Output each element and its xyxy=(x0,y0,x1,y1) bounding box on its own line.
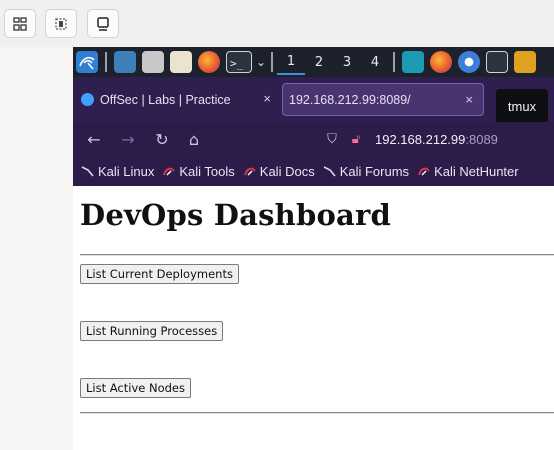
bookmark-label: Kali Forums xyxy=(339,163,410,179)
url-port: :8089 xyxy=(465,131,498,147)
text-editor-icon[interactable] xyxy=(170,51,192,73)
divider xyxy=(80,412,554,414)
forward-icon[interactable]: → xyxy=(117,128,139,150)
chromium-icon[interactable] xyxy=(458,51,480,73)
panel-separator xyxy=(271,52,273,72)
list-deployments-button[interactable]: List Current Deployments xyxy=(80,264,239,284)
url-host: 192.168.212.99 xyxy=(375,131,466,147)
tab-offsec[interactable]: OffSec | Labs | Practice × xyxy=(81,83,281,116)
terminal-icon[interactable]: >_ xyxy=(226,51,252,73)
tooltip: tmux xyxy=(496,89,548,122)
kali-docs-icon xyxy=(243,167,256,176)
bookmark-kali-linux[interactable]: Kali Linux xyxy=(81,164,154,179)
workspace-2[interactable]: 2 xyxy=(305,50,333,74)
bookmark-kali-tools[interactable]: Kali Tools xyxy=(162,163,235,179)
workspace-4[interactable]: 4 xyxy=(361,50,389,74)
layout-grid-icon[interactable] xyxy=(4,9,36,38)
offsec-favicon-icon xyxy=(81,93,94,106)
divider xyxy=(80,254,554,256)
panel-separator xyxy=(105,52,107,72)
terminal-window-icon[interactable] xyxy=(486,51,508,73)
tab-dashboard[interactable]: 192.168.212.99:8089/ × xyxy=(282,83,484,116)
firefox-window-icon[interactable] xyxy=(430,51,452,73)
kali-top-panel: >_ ⌄ 1 2 3 4 xyxy=(73,47,554,77)
shield-icon[interactable]: ⛉ xyxy=(321,128,343,150)
bookmark-kali-docs[interactable]: Kali Docs xyxy=(243,164,315,179)
bookmarks-bar: Kali Linux Kali Tools Kali Docs Kali For… xyxy=(73,156,554,186)
kali-nethunter-icon xyxy=(418,167,430,176)
workspace-1[interactable]: 1 xyxy=(277,49,305,75)
viewer-toolbar xyxy=(0,0,554,47)
bookmark-label: Kali NetHunter xyxy=(434,163,519,179)
close-icon[interactable]: × xyxy=(465,92,473,107)
url-bar[interactable]: 192.168.212.99:8089 xyxy=(375,128,498,150)
bookmark-kali-forums[interactable]: Kali Forums xyxy=(323,164,409,179)
kali-dragon-icon xyxy=(81,166,94,177)
navigation-bar: ← → ↻ ⌂ ⛉ 🔓︎ 192.168.212.99:8089 xyxy=(73,122,554,156)
file-manager-icon[interactable] xyxy=(142,51,164,73)
reload-icon[interactable]: ↻ xyxy=(151,128,173,150)
bookmark-label: Kali Linux xyxy=(98,163,155,179)
viewer-margin xyxy=(0,47,73,450)
monitor-icon[interactable] xyxy=(87,9,119,38)
bookmark-kali-nethunter[interactable]: Kali NetHunter xyxy=(417,164,519,179)
kali-dragon-icon xyxy=(323,166,336,177)
chevron-down-icon[interactable]: ⌄ xyxy=(255,50,267,74)
panel-separator xyxy=(393,52,395,72)
tab-title: 192.168.212.99:8089/ xyxy=(289,92,411,107)
app-window-icon[interactable] xyxy=(402,51,424,73)
bookmark-label: Kali Tools xyxy=(179,163,235,179)
display-settings-icon[interactable] xyxy=(45,9,77,38)
page-title: DevOps Dashboard xyxy=(80,198,391,232)
tab-title: OffSec | Labs | Practice xyxy=(100,92,231,107)
workspace-3[interactable]: 3 xyxy=(333,50,361,74)
kali-tools-icon xyxy=(163,167,176,176)
browser-tab-bar: OffSec | Labs | Practice × 192.168.212.9… xyxy=(73,77,554,122)
firefox-icon[interactable] xyxy=(198,51,220,73)
home-icon[interactable]: ⌂ xyxy=(183,128,205,150)
kali-menu-icon[interactable] xyxy=(76,51,98,73)
bookmark-label: Kali Docs xyxy=(259,163,315,179)
list-nodes-button[interactable]: List Active Nodes xyxy=(80,378,191,398)
page-content: DevOps Dashboard List Current Deployment… xyxy=(73,186,554,450)
lock-warning-icon[interactable]: 🔓︎ xyxy=(345,128,367,150)
show-desktop-icon[interactable] xyxy=(114,51,136,73)
burp-icon[interactable] xyxy=(514,51,536,73)
close-icon[interactable]: × xyxy=(263,91,271,106)
list-processes-button[interactable]: List Running Processes xyxy=(80,321,224,341)
back-icon[interactable]: ← xyxy=(83,128,105,150)
